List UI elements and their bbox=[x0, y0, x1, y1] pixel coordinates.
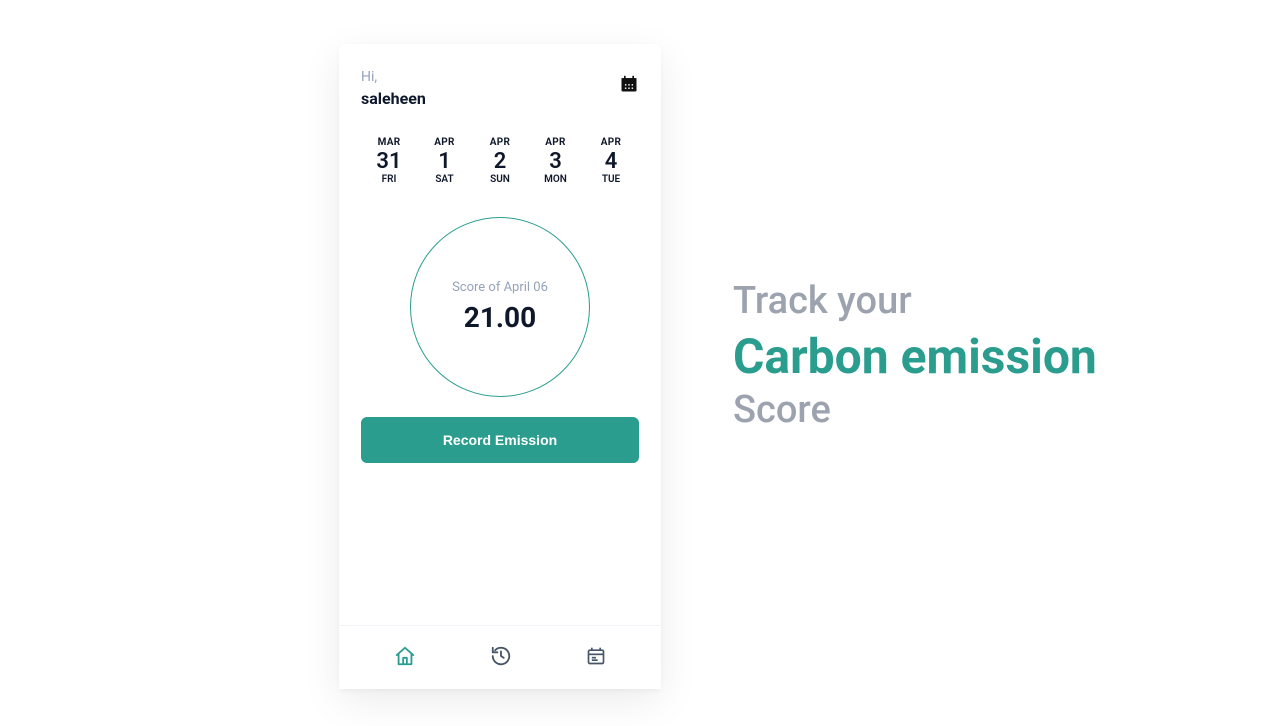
date-dow: SUN bbox=[490, 174, 510, 185]
date-month: APR bbox=[601, 137, 621, 148]
marketing-tagline: Track your Carbon emission Score bbox=[733, 278, 1097, 435]
calendar-list-icon bbox=[586, 646, 606, 666]
phone-content: Hi, saleheen bbox=[339, 44, 661, 625]
date-day: 2 bbox=[494, 149, 507, 174]
date-month: APR bbox=[490, 137, 510, 148]
date-day: 1 bbox=[438, 149, 451, 174]
date-dow: SAT bbox=[435, 174, 453, 185]
score-label: Score of April 06 bbox=[452, 280, 548, 295]
nav-history[interactable] bbox=[490, 645, 512, 671]
date-strip: MAR 31 FRI APR 1 SAT APR 2 SUN APR 3 bbox=[361, 137, 639, 185]
date-day: 31 bbox=[376, 149, 401, 174]
calendar-button[interactable] bbox=[619, 68, 639, 98]
record-emission-button[interactable]: Record Emission bbox=[361, 417, 639, 463]
greeting-hi: Hi, bbox=[361, 68, 426, 88]
header-row: Hi, saleheen bbox=[361, 68, 639, 109]
score-value: 21.00 bbox=[464, 301, 536, 334]
date-dow: MON bbox=[544, 174, 567, 185]
date-month: MAR bbox=[378, 137, 401, 148]
calendar-icon bbox=[619, 74, 639, 94]
tagline-line-2: Carbon emission bbox=[733, 328, 1097, 386]
home-icon bbox=[394, 645, 416, 667]
tagline-line-1: Track your bbox=[733, 278, 1097, 326]
nav-home[interactable] bbox=[394, 645, 416, 671]
date-day: 4 bbox=[605, 149, 618, 174]
greeting-name: saleheen bbox=[361, 88, 426, 110]
date-item[interactable]: MAR 31 FRI bbox=[367, 137, 411, 185]
date-item[interactable]: APR 2 SUN bbox=[478, 137, 522, 185]
date-day: 3 bbox=[549, 149, 562, 174]
date-item[interactable]: APR 4 TUE bbox=[589, 137, 633, 185]
date-dow: FRI bbox=[382, 174, 397, 185]
greeting: Hi, saleheen bbox=[361, 68, 426, 109]
nav-calendar[interactable] bbox=[586, 646, 606, 670]
date-item[interactable]: APR 3 MON bbox=[534, 137, 578, 185]
date-item[interactable]: APR 1 SAT bbox=[423, 137, 467, 185]
date-month: APR bbox=[434, 137, 454, 148]
date-month: APR bbox=[545, 137, 565, 148]
bottom-nav bbox=[339, 625, 661, 689]
phone-frame: Hi, saleheen bbox=[339, 44, 661, 689]
date-dow: TUE bbox=[602, 174, 620, 185]
tagline-line-3: Score bbox=[733, 387, 1097, 435]
score-circle: Score of April 06 21.00 bbox=[410, 217, 590, 397]
history-icon bbox=[490, 645, 512, 667]
